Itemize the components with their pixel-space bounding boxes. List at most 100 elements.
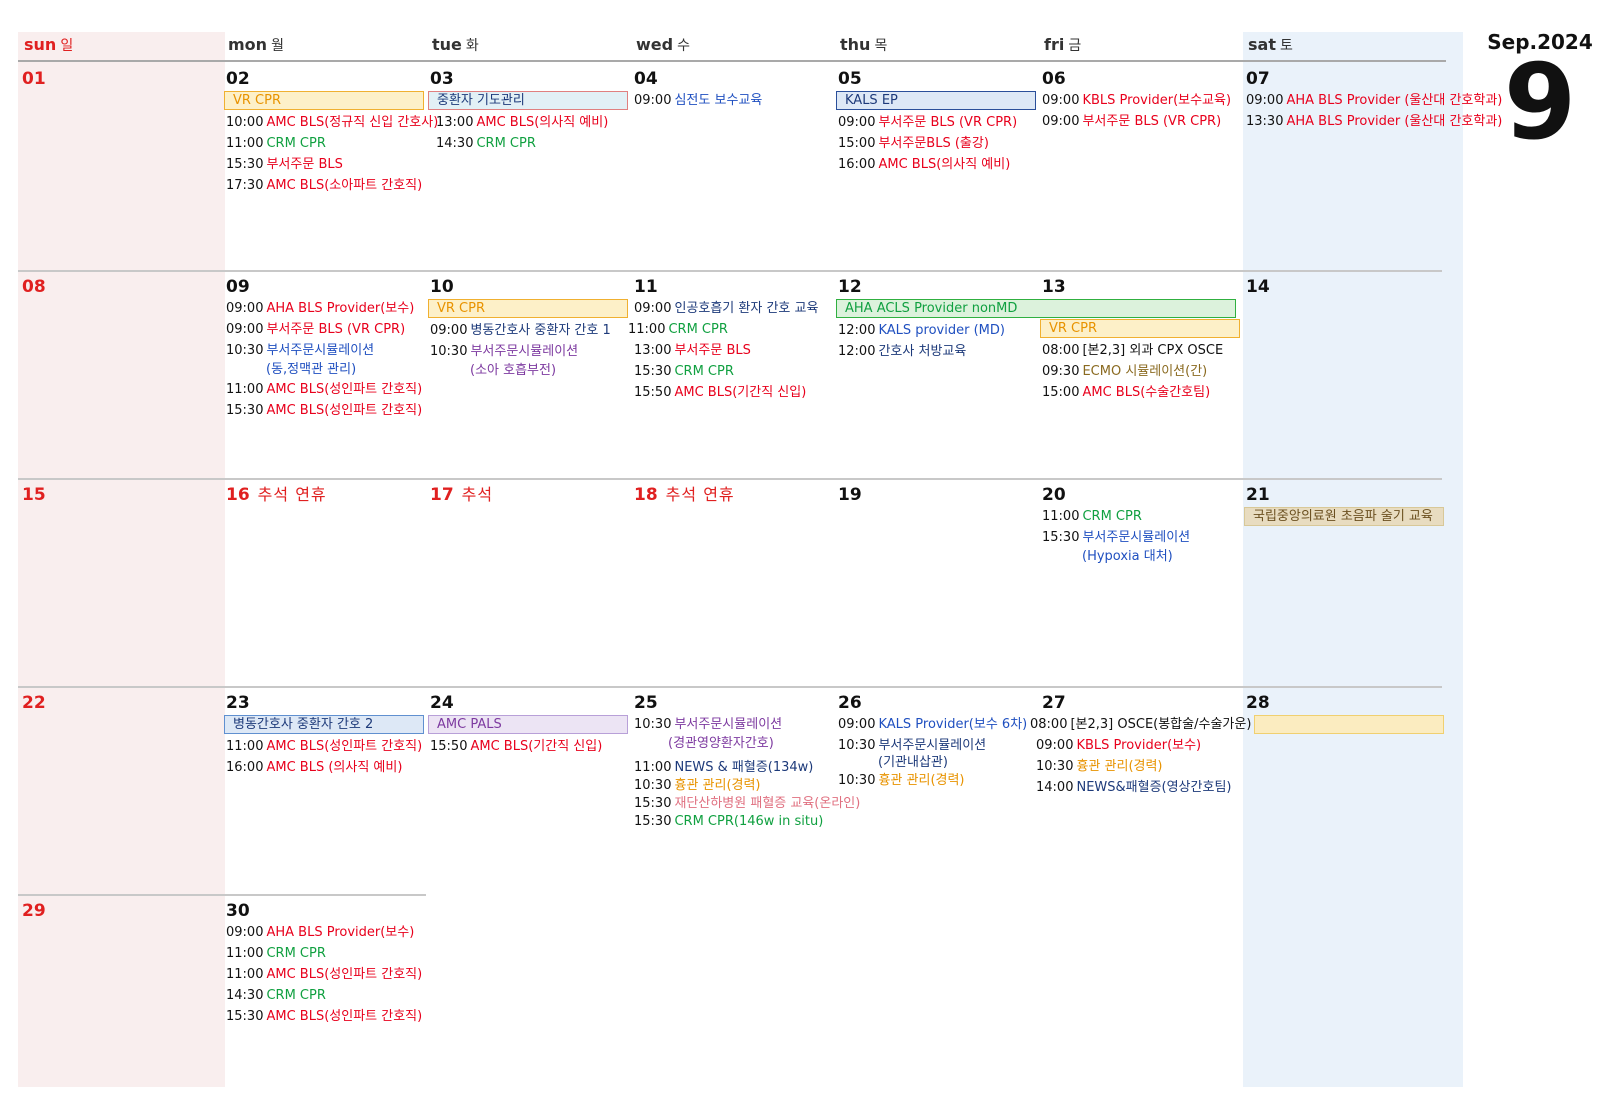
day-cell-07[interactable]: 07 09:00 AHA BLS Provider (울산대 간호학과) 13:3… xyxy=(1242,62,1502,270)
day-cell-27[interactable]: 27 08:00 [본2,3] OSCE(봉합술/수술가운) 09:00 KBLS … xyxy=(1030,686,1251,894)
event-item[interactable]: 13:30 AHA BLS Provider (울산대 간호학과) xyxy=(1244,111,1502,132)
day-cell-14[interactable]: 14 xyxy=(1242,270,1442,478)
event-item[interactable]: 09:00 KALS Provider(보수 6차) xyxy=(836,714,1038,735)
event-item[interactable]: 16:00 AMC BLS (의사직 예비) xyxy=(224,757,426,778)
event-bar[interactable]: VR CPR xyxy=(224,91,424,110)
event-item[interactable]: 11:00 CRM CPR xyxy=(1040,506,1242,527)
event-item[interactable]: 11:00 CRM CPR xyxy=(224,133,426,154)
day-cell-10[interactable]: 10 VR CPR 09:00 병동간호사 중환자 간호 1 10:30 부서주문시… xyxy=(426,270,630,478)
day-cell-22[interactable]: 22 xyxy=(18,686,222,894)
event-item[interactable]: 11:00 AMC BLS(성인파트 간호직) xyxy=(224,379,426,400)
event-item[interactable]: 12:00 KALS provider (MD) xyxy=(836,320,1038,341)
event-item[interactable]: 09:00 AHA BLS Provider (울산대 간호학과) xyxy=(1244,90,1502,111)
event-bar[interactable]: 병동간호사 중환자 간호 2 xyxy=(224,715,424,734)
event-item[interactable]: 11:00 CRM CPR xyxy=(224,943,426,964)
event-item[interactable]: 09:00 KBLS Provider(보수교육) xyxy=(1040,90,1242,111)
day-cell-16[interactable]: 16 추석 연휴 xyxy=(222,478,426,686)
event-item[interactable]: 15:30 재단산하병원 패혈증 교육(온라인) xyxy=(632,795,860,813)
day-cell-05[interactable]: 05 KALS EP 09:00 부서주문 BLS (VR CPR) 15:00 부… xyxy=(834,62,1038,270)
event-item[interactable]: 15:30 부서주문 BLS xyxy=(224,154,426,175)
event-item[interactable]: 09:00 부서주문 BLS (VR CPR) xyxy=(1040,111,1242,132)
event-item[interactable]: 15:30 CRM CPR xyxy=(632,361,834,382)
event-item[interactable]: 09:00 AHA BLS Provider(보수) xyxy=(224,922,426,943)
day-cell-02[interactable]: 02 VR CPR 10:00 AMC BLS(정규직 신입 간호사) 11:00… xyxy=(222,62,438,270)
day-cell-21[interactable]: 21 국립중앙의료원 초음파 술기 교육 xyxy=(1242,478,1444,686)
event-bar[interactable]: VR CPR xyxy=(1040,319,1240,338)
day-cell-08[interactable]: 08 xyxy=(18,270,222,478)
event-item[interactable]: 11:00 NEWS & 패혈증(134w) xyxy=(632,759,834,777)
day-cell-06[interactable]: 06 09:00 KBLS Provider(보수교육) 09:00 부서주문 BL… xyxy=(1038,62,1242,270)
event-item[interactable]: 10:30 흉관 관리(경력) xyxy=(1034,756,1242,777)
event-bar[interactable]: 국립중앙의료원 초음파 술기 교육 xyxy=(1244,507,1444,526)
event-item[interactable]: 09:00 KBLS Provider(보수) xyxy=(1034,735,1242,756)
event-item[interactable]: 15:30 AMC BLS(성인파트 간호직) xyxy=(224,400,426,421)
event-item[interactable]: 13:00 AMC BLS(의사직 예비) xyxy=(428,112,630,133)
day-cell-25[interactable]: 25 10:30 부서주문시뮬레이션 (경관영양환자간호) 11:00 NEWS &… xyxy=(630,686,860,894)
event-item[interactable]: 15:50 AMC BLS(기간직 신입) xyxy=(632,382,834,403)
event-item[interactable]: 11:00 AMC BLS(성인파트 간호직) xyxy=(224,736,426,757)
day-cell-19[interactable]: 19 xyxy=(834,478,1038,686)
event-item[interactable]: 12:00 간호사 처방교육 xyxy=(836,341,1038,362)
day-cell-03[interactable]: 03 중환자 기도관리 13:00 AMC BLS(의사직 예비) 14:30 CR… xyxy=(426,62,630,270)
day-cell-15[interactable]: 15 xyxy=(18,478,222,686)
event-item[interactable]: 10:30 부서주문시뮬레이션 xyxy=(428,341,630,362)
day-number: 04 xyxy=(634,69,658,89)
event-item[interactable]: 09:00 부서주문 BLS (VR CPR) xyxy=(224,319,426,340)
day-cell-30[interactable]: 30 09:00 AHA BLS Provider(보수) 11:00 CRM CP… xyxy=(222,894,426,1084)
event-bar-empty[interactable] xyxy=(1254,715,1444,734)
event-item[interactable]: 14:30 CRM CPR xyxy=(428,133,630,154)
day-cell-01[interactable]: 01 xyxy=(18,62,222,270)
event-bar-multiday[interactable]: AHA ACLS Provider nonMD xyxy=(836,299,1236,318)
day-cell-09[interactable]: 09 09:00 AHA BLS Provider(보수) 09:00 부서주문 B… xyxy=(222,270,426,478)
day-cell-23[interactable]: 23 병동간호사 중환자 간호 2 11:00 AMC BLS(성인파트 간호직)… xyxy=(222,686,426,894)
event-item[interactable]: 08:00 [본2,3] OSCE(봉합술/수술가운) xyxy=(1028,714,1251,735)
event-item[interactable]: 14:00 NEWS&패혈증(영상간호팀) xyxy=(1034,777,1242,798)
event-item[interactable]: 11:00 AMC BLS(성인파트 간호직) xyxy=(224,964,426,985)
day-cell-26[interactable]: 26 09:00 KALS Provider(보수 6차) 10:30 부서주문시뮬… xyxy=(834,686,1038,894)
day-cell-17[interactable]: 17 추석 xyxy=(426,478,630,686)
event-item[interactable]: 15:30 부서주문시뮬레이션 xyxy=(1040,527,1242,548)
event-bar[interactable]: VR CPR xyxy=(428,299,628,318)
event-item[interactable]: 09:00 병동간호사 중환자 간호 1 xyxy=(428,320,630,341)
event-bar[interactable]: 중환자 기도관리 xyxy=(428,91,628,110)
event-item[interactable]: 09:00 심전도 보수교육 xyxy=(632,90,834,111)
event-item[interactable]: 09:00 인공호흡기 환자 간호 교육 xyxy=(632,298,834,319)
day-cell-12[interactable]: 12 AHA ACLS Provider nonMD 12:00 KALS pro… xyxy=(834,270,1236,478)
event-item[interactable]: 10:30 부서주문시뮬레이션 xyxy=(836,735,1038,756)
event-item[interactable]: 15:30 AMC BLS(성인파트 간호직) xyxy=(224,1006,426,1027)
event-item[interactable]: 11:00 CRM CPR xyxy=(626,319,834,340)
event-item[interactable]: 10:00 AMC BLS(정규직 신입 간호사) xyxy=(224,112,438,133)
event-item[interactable]: 14:30 CRM CPR xyxy=(224,985,426,1006)
event-item[interactable]: 17:30 AMC BLS(소아파트 간호직) xyxy=(224,175,426,196)
event-item[interactable]: 15:30 CRM CPR(146w in situ) xyxy=(632,813,834,831)
event-item[interactable]: 08:00 [본2,3] 외과 CPX OSCE xyxy=(1040,340,1242,361)
day-number: 02 xyxy=(226,69,250,89)
day-number: 13 xyxy=(1042,277,1066,297)
event-item[interactable]: 09:00 부서주문 BLS (VR CPR) xyxy=(836,112,1038,133)
event-item[interactable]: 10:30 흉관 관리(경력) xyxy=(632,777,834,795)
event-item[interactable]: 09:30 ECMO 시뮬레이션(간) xyxy=(1040,361,1242,382)
day-cell-11[interactable]: 11 09:00 인공호흡기 환자 간호 교육 11:00 CRM CPR 13:0… xyxy=(628,270,834,478)
event-item[interactable]: 13:00 부서주문 BLS xyxy=(632,340,834,361)
event-item[interactable]: 10:30 흉관 관리(경력) xyxy=(836,770,1038,791)
day-cell-20[interactable]: 20 11:00 CRM CPR 15:30 부서주문시뮬레이션 (Hypoxia … xyxy=(1038,478,1242,686)
event-item[interactable]: 16:00 AMC BLS(의사직 예비) xyxy=(836,154,1038,175)
weekday-header-sun: sun 일 xyxy=(18,32,222,62)
event-item[interactable]: 15:00 부서주문BLS (출강) xyxy=(836,133,1038,154)
day-cell-29[interactable]: 29 xyxy=(18,894,222,1084)
day-number-holiday: 18 추석 연휴 xyxy=(634,485,735,505)
event-bar[interactable]: AMC PALS xyxy=(428,715,628,734)
empty-cell xyxy=(1242,894,1442,1084)
day-cell-28[interactable]: 28 xyxy=(1242,686,1444,894)
event-item[interactable]: 09:00 AHA BLS Provider(보수) xyxy=(224,298,426,319)
event-item[interactable]: 10:30 부서주문시뮬레이션 xyxy=(632,714,834,735)
day-cell-24[interactable]: 24 AMC PALS 15:50 AMC BLS(기간직 신입) xyxy=(426,686,630,894)
event-item[interactable]: 10:30 부서주문시뮬레이션 xyxy=(224,340,426,361)
day-number: 06 xyxy=(1042,69,1066,89)
day-cell-04[interactable]: 04 09:00 심전도 보수교육 xyxy=(630,62,834,270)
event-bar[interactable]: KALS EP xyxy=(836,91,1036,110)
day-cell-18[interactable]: 18 추석 연휴 xyxy=(630,478,834,686)
event-item[interactable]: 15:00 AMC BLS(수술간호팀) xyxy=(1040,382,1242,403)
event-item[interactable]: 15:50 AMC BLS(기간직 신입) xyxy=(428,736,630,757)
day-number: 10 xyxy=(430,277,454,297)
